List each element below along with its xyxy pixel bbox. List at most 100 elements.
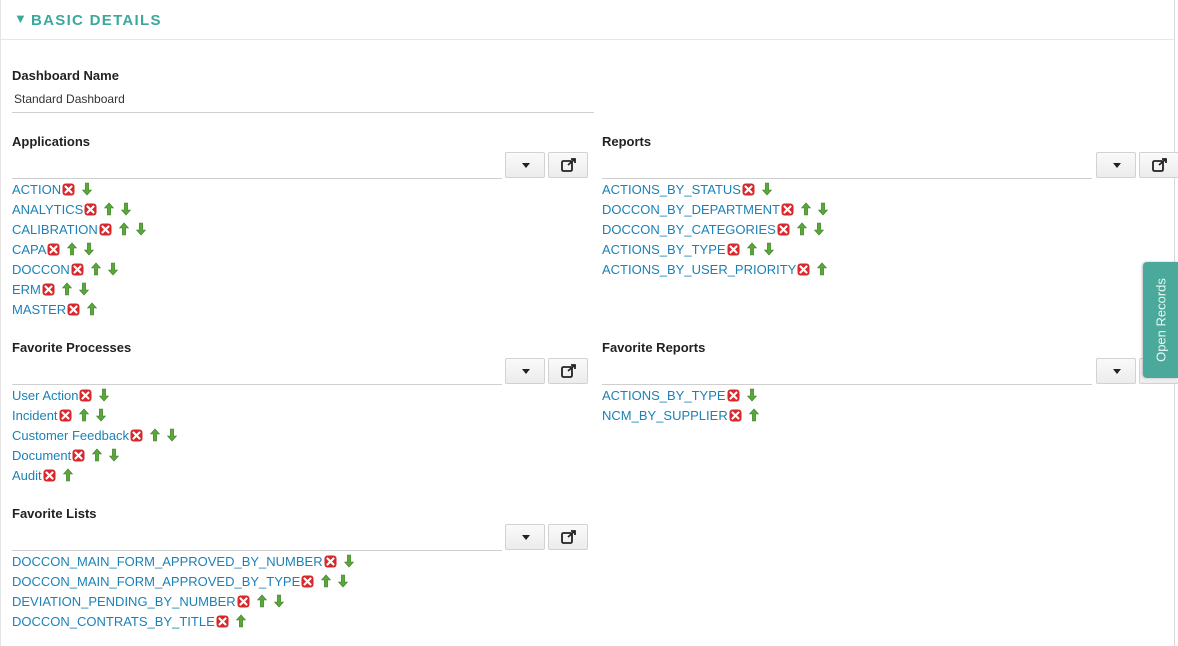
reports-dropdown-button[interactable]: [1096, 152, 1136, 178]
remove-x-icon[interactable]: [72, 449, 85, 462]
remove-x-icon[interactable]: [62, 183, 75, 196]
move-up-arrow-icon[interactable]: [746, 242, 757, 256]
move-down-arrow-icon[interactable]: [99, 388, 110, 402]
list-item-link[interactable]: ACTIONS_BY_STATUS: [602, 182, 741, 197]
move-up-arrow-icon[interactable]: [67, 242, 78, 256]
move-down-arrow-icon[interactable]: [84, 242, 95, 256]
move-up-arrow-icon[interactable]: [92, 448, 103, 462]
list-item-link[interactable]: Document: [12, 448, 71, 463]
move-down-arrow-icon[interactable]: [746, 388, 757, 402]
list-item-link[interactable]: DOCCON_CONTRATS_BY_TITLE: [12, 614, 215, 629]
move-down-arrow-icon[interactable]: [338, 574, 349, 588]
remove-x-icon[interactable]: [42, 283, 55, 296]
remove-x-icon[interactable]: [742, 183, 755, 196]
remove-x-icon[interactable]: [797, 263, 810, 276]
move-up-arrow-icon[interactable]: [78, 408, 89, 422]
move-down-arrow-icon[interactable]: [761, 182, 773, 196]
remove-x-icon[interactable]: [324, 555, 337, 568]
move-down-arrow-icon[interactable]: [813, 222, 825, 236]
list-item: DOCCON: [12, 259, 146, 279]
remove-x-icon[interactable]: [727, 389, 740, 402]
move-up-arrow-icon[interactable]: [235, 614, 246, 628]
remove-x-icon[interactable]: [79, 389, 92, 402]
remove-x-icon[interactable]: [71, 263, 84, 276]
list-item-link[interactable]: CALIBRATION: [12, 222, 98, 237]
move-up-arrow-icon[interactable]: [104, 202, 115, 216]
remove-x-icon[interactable]: [59, 409, 72, 422]
list-item-link[interactable]: DEVIATION_PENDING_BY_NUMBER: [12, 594, 236, 609]
remove-x-icon[interactable]: [237, 595, 250, 608]
list-item-link[interactable]: DOCCON_MAIN_FORM_APPROVED_BY_NUMBER: [12, 554, 323, 569]
move-up-arrow-icon[interactable]: [321, 574, 332, 588]
remove-x-icon[interactable]: [727, 243, 740, 256]
list-item-link[interactable]: DOCCON_MAIN_FORM_APPROVED_BY_TYPE: [12, 574, 300, 589]
list-item-link[interactable]: User Action: [12, 388, 78, 403]
move-down-arrow-icon[interactable]: [95, 408, 106, 422]
move-down-arrow-icon[interactable]: [107, 262, 118, 276]
remove-x-icon[interactable]: [99, 223, 112, 236]
section-title: BASIC DETAILS: [31, 12, 162, 29]
list-item-link[interactable]: CAPA: [12, 242, 46, 257]
applications-open-button[interactable]: [548, 152, 588, 178]
open-records-tab[interactable]: Open Records: [1143, 262, 1178, 378]
section-header[interactable]: ▼ BASIC DETAILS: [0, 0, 1175, 40]
move-up-arrow-icon[interactable]: [800, 202, 812, 216]
favorite-processes-dropdown-button[interactable]: [505, 358, 545, 384]
move-up-arrow-icon[interactable]: [817, 262, 828, 276]
triangle-down-icon[interactable]: ▼: [14, 11, 27, 26]
list-item-link[interactable]: DOCCON: [12, 262, 70, 277]
remove-x-icon[interactable]: [216, 615, 229, 628]
favorite-processes-open-button[interactable]: [548, 358, 588, 384]
move-down-arrow-icon[interactable]: [166, 428, 178, 442]
favorite-lists-dropdown-button[interactable]: [505, 524, 545, 550]
remove-x-icon[interactable]: [777, 223, 790, 236]
move-down-arrow-icon[interactable]: [273, 594, 284, 608]
remove-x-icon[interactable]: [301, 575, 314, 588]
list-item-link[interactable]: ACTIONS_BY_TYPE: [602, 242, 726, 257]
favorite-reports-list: ACTIONS_BY_TYPE NCM_BY_SUPPLIER: [602, 385, 759, 425]
move-down-arrow-icon[interactable]: [763, 242, 774, 256]
reports-open-button[interactable]: [1139, 152, 1178, 178]
move-up-arrow-icon[interactable]: [149, 428, 161, 442]
list-item-link[interactable]: DOCCON_BY_CATEGORIES: [602, 222, 776, 237]
list-item-link[interactable]: ACTIONS_BY_TYPE: [602, 388, 726, 403]
favorite-reports-dropdown-button[interactable]: [1096, 358, 1136, 384]
favorite-lists-open-button[interactable]: [548, 524, 588, 550]
move-down-arrow-icon[interactable]: [78, 282, 90, 296]
move-up-arrow-icon[interactable]: [748, 408, 759, 422]
move-up-arrow-icon[interactable]: [796, 222, 808, 236]
list-item-link[interactable]: MASTER: [12, 302, 66, 317]
list-item-link[interactable]: ACTIONS_BY_USER_PRIORITY: [602, 262, 796, 277]
move-down-arrow-icon[interactable]: [109, 448, 120, 462]
remove-x-icon[interactable]: [43, 469, 56, 482]
move-up-arrow-icon[interactable]: [256, 594, 267, 608]
list-item-link[interactable]: ACTION: [12, 182, 61, 197]
remove-x-icon[interactable]: [130, 429, 143, 442]
move-down-arrow-icon[interactable]: [121, 202, 132, 216]
remove-x-icon[interactable]: [781, 203, 794, 216]
caret-down-icon: [1113, 163, 1121, 168]
move-down-arrow-icon[interactable]: [81, 182, 93, 196]
move-up-arrow-icon[interactable]: [90, 262, 101, 276]
remove-x-icon[interactable]: [729, 409, 742, 422]
move-down-arrow-icon[interactable]: [343, 554, 354, 568]
move-up-arrow-icon[interactable]: [61, 282, 73, 296]
list-item-link[interactable]: Incident: [12, 408, 58, 423]
dashboard-name-input[interactable]: Standard Dashboard: [14, 92, 125, 106]
remove-x-icon[interactable]: [84, 203, 97, 216]
list-item-link[interactable]: Customer Feedback: [12, 428, 129, 443]
remove-x-icon[interactable]: [47, 243, 60, 256]
move-up-arrow-icon[interactable]: [118, 222, 129, 236]
move-up-arrow-icon[interactable]: [86, 302, 98, 316]
list-item-link[interactable]: ERM: [12, 282, 41, 297]
applications-dropdown-button[interactable]: [505, 152, 545, 178]
list-item-link[interactable]: ANALYTICS: [12, 202, 83, 217]
move-down-arrow-icon[interactable]: [817, 202, 829, 216]
list-item-link[interactable]: DOCCON_BY_DEPARTMENT: [602, 202, 780, 217]
list-item-link[interactable]: NCM_BY_SUPPLIER: [602, 408, 728, 423]
move-up-arrow-icon[interactable]: [62, 468, 73, 482]
move-down-arrow-icon[interactable]: [135, 222, 146, 236]
list-item-link[interactable]: Audit: [12, 468, 42, 483]
list-item: ACTIONS_BY_TYPE: [602, 385, 759, 405]
remove-x-icon[interactable]: [67, 303, 80, 316]
